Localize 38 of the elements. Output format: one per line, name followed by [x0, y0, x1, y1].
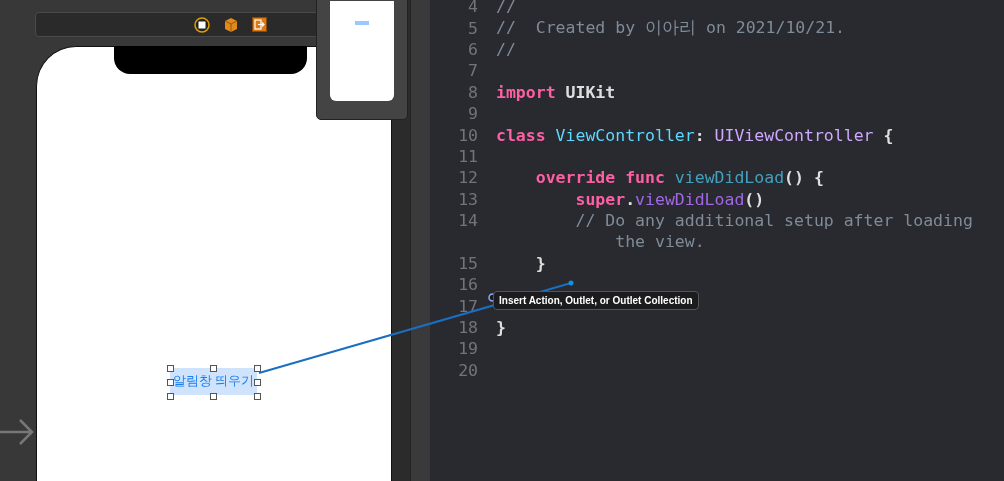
code-line: super.viewDidLoad()	[574, 189, 765, 209]
line-number: 19	[457, 339, 478, 359]
exit-icon[interactable]	[251, 17, 267, 32]
code-line: the view.	[614, 232, 705, 252]
code-line: //	[496, 0, 516, 17]
entry-arrow-icon	[0, 418, 34, 446]
code-line: // Created by 이아리 on 2021/10/21.	[496, 17, 845, 40]
line-number: 11	[457, 146, 478, 166]
resize-handle[interactable]	[210, 365, 217, 372]
square-in-circle-icon[interactable]	[193, 16, 210, 33]
resize-handle[interactable]	[210, 393, 217, 400]
mini-button-drawing	[355, 21, 369, 25]
line-number: 13	[457, 189, 478, 209]
code-line: override func viewDidLoad() {	[534, 168, 824, 188]
code-line: class ViewController: UIViewController {	[496, 125, 894, 145]
line-number: 10	[457, 125, 478, 145]
code-line: }	[496, 318, 506, 338]
line-number: 17	[457, 296, 478, 316]
line-number: 18	[457, 318, 478, 338]
line-number: 14	[457, 211, 478, 231]
cube-icon[interactable]	[223, 16, 238, 33]
alert-button[interactable]: 알림창 띄우기	[170, 368, 257, 395]
line-number: 9	[467, 104, 478, 124]
line-number: 6	[467, 39, 478, 59]
line-number: 5	[467, 18, 478, 38]
code-line: }	[534, 253, 546, 273]
line-number: 15	[457, 253, 478, 273]
line-number: 8	[467, 82, 478, 102]
line-number: 4	[467, 0, 478, 17]
line-number: 16	[457, 275, 478, 295]
line-number: 7	[467, 61, 478, 81]
tooltip: Insert Action, Outlet, or Outlet Collection	[493, 291, 699, 310]
line-number: 20	[457, 360, 478, 380]
code-line: import UIKit	[496, 82, 616, 102]
scene-thumbnail[interactable]	[316, 0, 408, 120]
line-number: 12	[457, 168, 478, 188]
code-line: // Do any additional setup after loading	[574, 211, 973, 231]
code-line: //	[496, 39, 516, 59]
